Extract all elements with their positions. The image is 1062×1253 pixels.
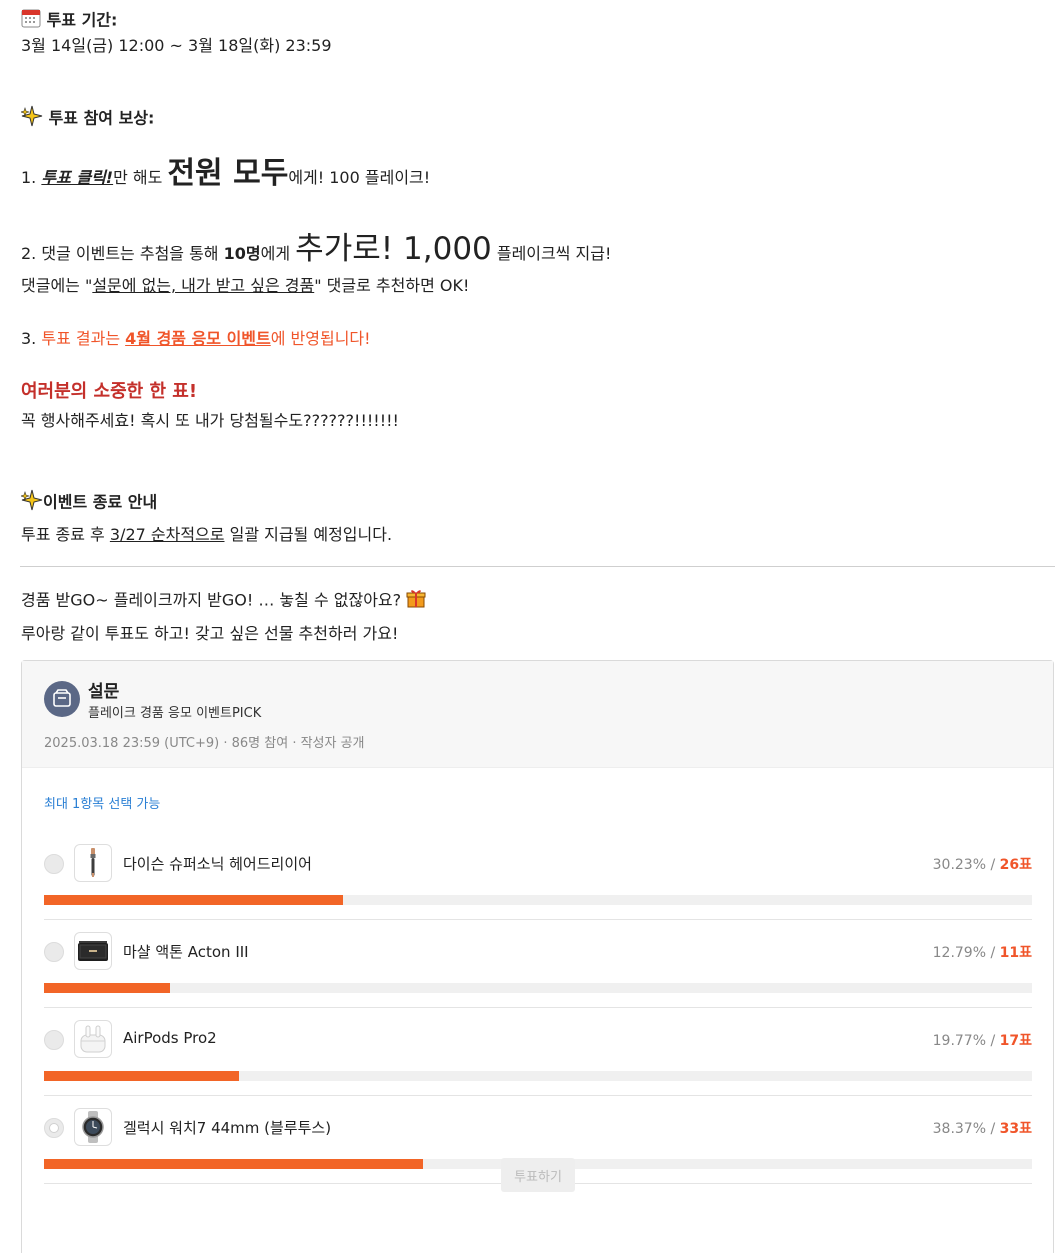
reward-item-2-mid: 에게 — [260, 244, 291, 263]
option-result: 12.79% / 11표 — [933, 942, 1032, 962]
event-end-text: 투표 종료 후 3/27 순차적으로 일괄 지급될 예정입니다. — [21, 524, 392, 546]
option-progress-track — [44, 983, 1032, 993]
option-name: AirPods Pro2 — [123, 1029, 217, 1047]
extra-big-text: 추가로! 1,000 — [295, 231, 492, 267]
reward-item-2-prefix: 2. 댓글 이벤트는 추첨을 통해 — [21, 244, 219, 263]
option-progress-fill — [44, 895, 343, 905]
event-end-heading: 이벤트 종료 안내 — [20, 489, 158, 517]
reward-item-3-text2: 에 반영됩니다! — [270, 329, 371, 348]
precious-vote-text: 꼭 행사해주세효! 혹시 또 내가 당첨될수도??????!!!!!!! — [21, 411, 399, 430]
reward-item-1: 1. 투표 클릭!만 해도 전원 모두에게! 100 플레이크! — [21, 152, 430, 196]
april-event-link[interactable]: 4월 경품 응모 이벤트 — [125, 329, 271, 348]
event-end-date: 3/27 순차적으로 — [109, 525, 225, 544]
reward-heading: 투표 참여 보상: — [20, 105, 155, 133]
reward-item-2-line2-prefix: 댓글에는 " — [21, 276, 93, 295]
reward-item-2-line2: 댓글에는 "설문에 없는, 내가 받고 싶은 경품" 댓글로 추천하면 OK! — [21, 275, 469, 297]
option-progress-fill — [44, 983, 171, 993]
option-percent: 30.23% / — [932, 857, 1000, 873]
option-progress-fill — [44, 1159, 424, 1169]
option-name: 겔럭시 워치7 44mm (블루투스) — [123, 1119, 332, 1137]
gift-icon — [406, 588, 426, 614]
sparkle-icon — [20, 105, 43, 133]
poll-meta: 2025.03.18 23:59 (UTC+9) · 86명 참여 · 작성자 … — [44, 736, 365, 751]
option-count: 26표 — [999, 857, 1032, 873]
poll-card: 설문 플레이크 경품 응모 이벤트PICK 2025.03.18 23:59 (… — [21, 660, 1054, 1253]
reward-item-1-mid: 만 해도 — [113, 168, 163, 187]
promo-line-1: 경품 받GO~ 플레이크까지 받GO! … 놓칠 수 없잖아요? — [21, 588, 426, 614]
vote-button[interactable]: 투표하기 — [501, 1158, 575, 1192]
event-end-label: 이벤트 종료 안내 — [43, 492, 158, 512]
poll-option[interactable]: AirPods Pro2 19.77% / 17표 — [44, 1008, 1032, 1096]
option-count: 11표 — [999, 945, 1032, 961]
option-name: 마샬 액톤 Acton III — [123, 943, 249, 961]
reward-item-2-count: 10명 — [223, 244, 261, 263]
calendar-icon — [21, 8, 41, 34]
reward-item-3-text: 투표 결과는 — [41, 329, 121, 348]
smartwatch-icon — [74, 1108, 112, 1146]
option-result: 38.37% / 33표 — [933, 1118, 1032, 1138]
option-name: 다이슨 슈퍼소닉 헤어드리이어 — [123, 855, 312, 873]
option-progress-track — [44, 895, 1032, 905]
poll-limit: 최대 1항목 선택 가능 — [44, 797, 161, 812]
sparkle-icon — [20, 489, 43, 517]
reward-item-1-end: 에게! 100 플레이크! — [288, 168, 431, 187]
precious-vote-title: 여러분의 소중한 한 표! — [21, 381, 198, 402]
poll-header: 설문 플레이크 경품 응모 이벤트PICK 2025.03.18 23:59 (… — [22, 661, 1053, 768]
option-radio[interactable] — [44, 854, 64, 874]
poll-option[interactable]: 다이슨 슈퍼소닉 헤어드리이어 30.23% / 26표 — [44, 832, 1032, 920]
option-count: 17표 — [999, 1033, 1032, 1049]
reward-item-1-num: 1. — [21, 168, 37, 187]
vote-period-label: 투표 기간: — [46, 10, 118, 30]
hair-dryer-icon — [74, 844, 112, 882]
vote-click-text: 투표 클릭! — [41, 168, 114, 187]
event-end-prefix: 투표 종료 후 — [21, 525, 105, 544]
option-radio[interactable] — [44, 1030, 64, 1050]
reward-item-3-num: 3. — [21, 329, 37, 348]
wanted-prize-underlined: 설문에 없는, 내가 받고 싶은 경품 — [92, 276, 315, 295]
reward-item-2: 2. 댓글 이벤트는 추첨을 통해 10명에게 추가로! 1,000 플레이크씩… — [21, 227, 611, 271]
option-percent: 19.77% / — [932, 1033, 1000, 1049]
option-result: 19.77% / 17표 — [933, 1030, 1032, 1050]
divider — [20, 566, 1055, 567]
option-percent: 12.79% / — [932, 945, 1000, 961]
reward-item-2-end: 플레이크씩 지급! — [496, 244, 612, 263]
poll-option[interactable]: 마샬 액톤 Acton III 12.79% / 11표 — [44, 920, 1032, 1008]
option-percent: 38.37% / — [932, 1121, 1000, 1137]
earbuds-icon — [74, 1020, 112, 1058]
option-result: 30.23% / 26표 — [933, 854, 1032, 874]
reward-item-3: 3. 투표 결과는 4월 경품 응모 이벤트에 반영됩니다! — [21, 328, 371, 350]
vote-period-heading: 투표 기간: — [21, 8, 117, 34]
vote-period-dates: 3월 14일(금) 12:00 ~ 3월 18일(화) 23:59 — [21, 36, 332, 55]
poll-subtitle: 플레이크 경품 응모 이벤트PICK — [88, 706, 262, 721]
everyone-big-text: 전원 모두 — [167, 156, 289, 191]
option-radio[interactable] — [44, 942, 64, 962]
survey-icon — [44, 681, 80, 717]
poll-title: 설문 — [88, 682, 120, 702]
promo-line-2: 루아랑 같이 투표도 하고! 갖고 싶은 선물 추천하러 가요! — [21, 624, 399, 643]
promo-line-1-text: 경품 받GO~ 플레이크까지 받GO! … 놓칠 수 없잖아요? — [21, 590, 402, 610]
event-end-suffix: 일괄 지급될 예정입니다. — [229, 525, 393, 544]
reward-item-2-line2-suffix: " 댓글로 추천하면 OK! — [314, 276, 470, 295]
option-progress-fill — [44, 1071, 240, 1081]
speaker-icon — [74, 932, 112, 970]
option-progress-track — [44, 1071, 1032, 1081]
option-count: 33표 — [999, 1121, 1032, 1137]
reward-label: 투표 참여 보상: — [48, 108, 155, 128]
option-radio[interactable] — [44, 1118, 64, 1138]
